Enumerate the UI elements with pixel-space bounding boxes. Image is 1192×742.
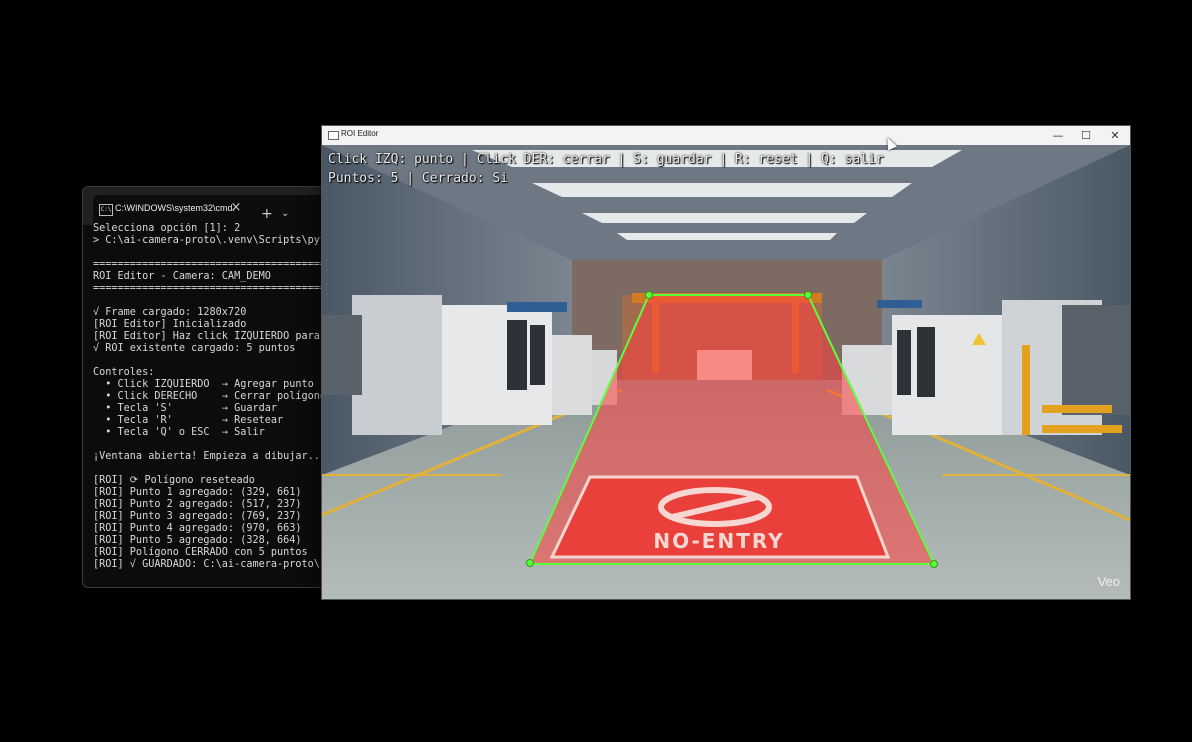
terminal-line: • Tecla 'Q' o ESC → Salir	[93, 427, 265, 438]
terminal-line: ROI Editor - Camera: CAM_DEMO	[93, 271, 271, 282]
terminal-line: ¡Ventana abierta! Empieza a dibujar...	[93, 451, 327, 462]
instructions-overlay: Click IZQ: punto | Click DER: cerrar | S…	[328, 152, 884, 167]
terminal-window: C:\ C:\WINDOWS\system32\cmd. × + ⌄ Selec…	[82, 186, 334, 588]
app-icon	[328, 131, 339, 140]
terminal-line: [ROI] Punto 1 agregado: (329, 661)	[93, 487, 302, 498]
terminal-line: [ROI] ⟳ Polígono reseteado	[93, 475, 255, 486]
roi-vertex-3	[804, 291, 812, 299]
terminal-tab-bar: C:\ C:\WINDOWS\system32\cmd. × + ⌄	[83, 187, 333, 225]
roi-vertex-2	[645, 291, 653, 299]
terminal-line: ========================================…	[93, 259, 333, 270]
terminal-line: • Click DERECHO → Cerrar polígono (n	[93, 391, 333, 402]
roi-vertex-4	[930, 560, 938, 568]
floor-sign-text: NO-ENTRY	[653, 529, 784, 553]
chevron-down-icon[interactable]: ⌄	[281, 207, 289, 221]
terminal-line: [ROI Editor] Inicializado	[93, 319, 247, 330]
terminal-line: [ROI Editor] Haz click IZQUIERDO para ag	[93, 331, 333, 342]
terminal-line: • Click IZQUIERDO → Agregar punto	[93, 379, 314, 390]
terminal-line: • Tecla 'S' → Guardar	[93, 403, 278, 414]
camera-frame[interactable]: NO-ENTRY Click IZQ: punto | Click DER: c…	[322, 145, 1130, 599]
terminal-tab[interactable]: C:\ C:\WINDOWS\system32\cmd. × + ⌄	[93, 195, 325, 225]
factory-scene: NO-ENTRY	[322, 145, 1130, 599]
terminal-line: [ROI] Polígono CERRADO con 5 puntos	[93, 547, 308, 558]
terminal-output[interactable]: Selecciona opción [1]: 2 > C:\ai-camera-p…	[93, 223, 333, 587]
terminal-line: [ROI] Punto 2 agregado: (517, 237)	[93, 499, 302, 510]
maximize-button[interactable]: ☐	[1072, 126, 1100, 145]
roi-vertex-1	[526, 559, 534, 567]
terminal-line: √ Frame cargado: 1280x720	[93, 307, 247, 318]
roi-title-bar[interactable]: ROI Editor — ☐ ✕	[322, 126, 1130, 145]
terminal-line: [ROI] √ GUARDADO: C:\ai-camera-proto\con	[93, 559, 333, 570]
new-tab-icon[interactable]: +	[261, 207, 273, 221]
roi-editor-window: ROI Editor — ☐ ✕ NO-ENTRY Click IZQ: pun…	[321, 125, 1131, 600]
window-title: ROI Editor	[341, 129, 379, 138]
terminal-line: Selecciona opción [1]: 2	[93, 223, 241, 234]
close-button[interactable]: ✕	[1101, 126, 1129, 145]
terminal-line: ========================================…	[93, 283, 333, 294]
terminal-line: • Tecla 'R' → Resetear	[93, 415, 284, 426]
terminal-line: [ROI] Punto 5 agregado: (328, 664)	[93, 535, 302, 546]
veo-watermark: Veo	[1097, 574, 1120, 589]
terminal-line: Controles:	[93, 367, 155, 378]
cmd-icon: C:\	[99, 204, 113, 216]
terminal-line: > C:\ai-camera-proto\.venv\Scripts\pytho…	[93, 235, 333, 246]
terminal-tab-title: C:\WINDOWS\system32\cmd.	[115, 203, 236, 213]
terminal-line: [ROI] Punto 4 agregado: (970, 663)	[93, 523, 302, 534]
terminal-line: √ ROI existente cargado: 5 puntos	[93, 343, 296, 354]
terminal-line: [ROI] Punto 3 agregado: (769, 237)	[93, 511, 302, 522]
close-icon[interactable]: ×	[227, 199, 245, 217]
minimize-button[interactable]: —	[1044, 126, 1072, 145]
status-overlay: Puntos: 5 | Cerrado: Si	[328, 171, 509, 186]
